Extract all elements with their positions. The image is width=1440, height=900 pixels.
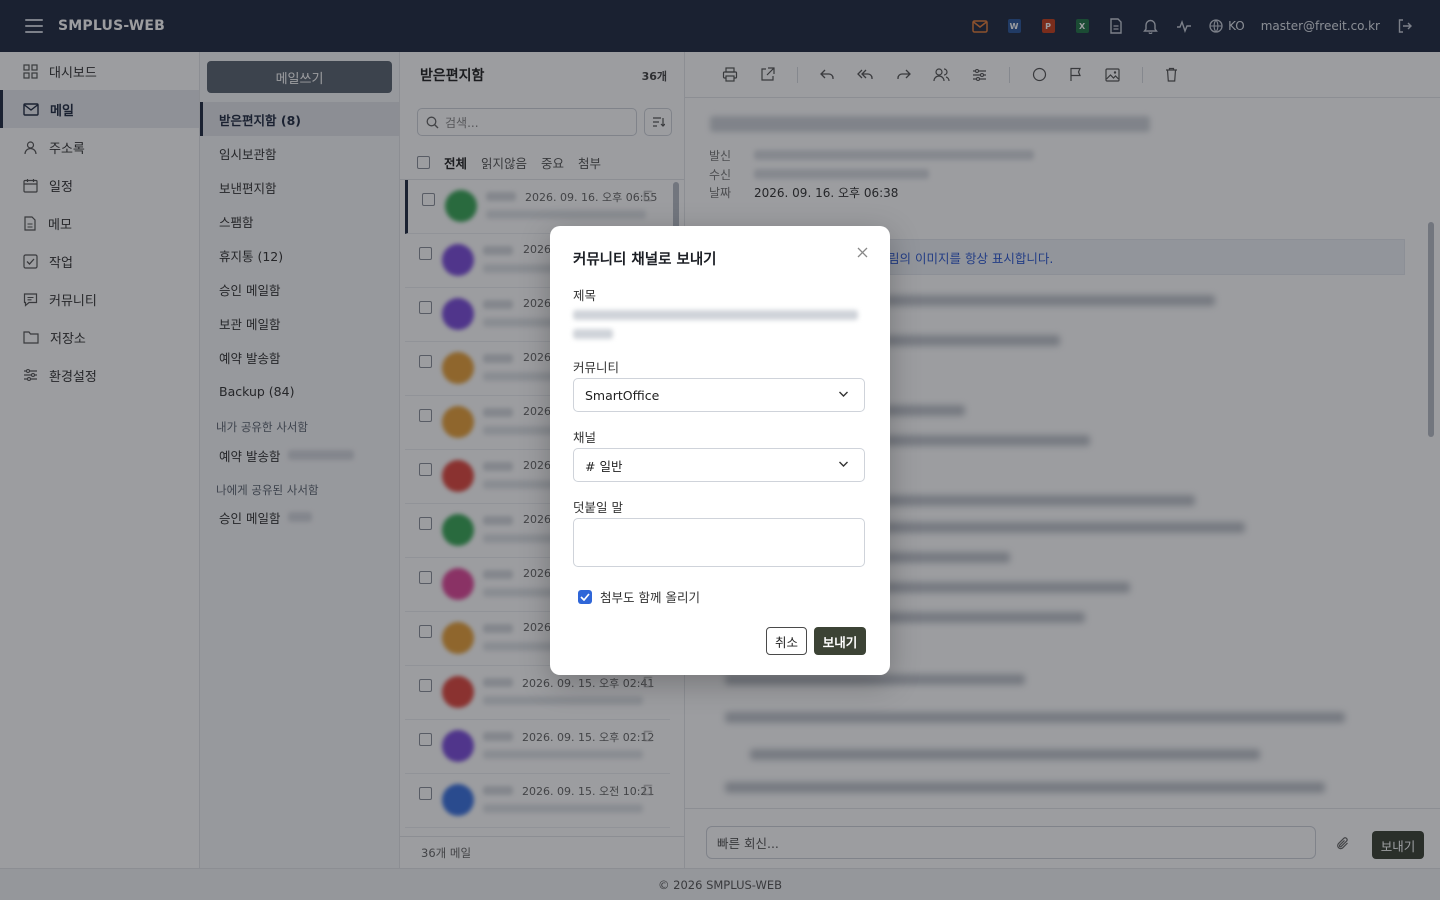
chevron-down-icon xyxy=(839,391,848,397)
channel-select[interactable]: # 일반 xyxy=(573,448,865,482)
modal-title: 커뮤니티 채널로 보내기 xyxy=(573,252,717,268)
community-value: SmartOffice xyxy=(585,387,660,403)
subject-label: 제목 xyxy=(573,288,597,303)
send-button[interactable]: 보내기 xyxy=(814,627,866,655)
attach-checkbox[interactable] xyxy=(578,590,592,604)
chevron-down-icon xyxy=(839,461,848,467)
check-icon xyxy=(580,593,590,601)
close-icon[interactable] xyxy=(854,244,870,260)
community-select[interactable]: SmartOffice xyxy=(573,378,865,412)
channel-label: 채널 xyxy=(573,430,597,445)
channel-value: # 일반 xyxy=(585,458,623,474)
comment-label: 덧붙일 말 xyxy=(573,500,623,515)
attach-checkbox-label[interactable]: 첨부도 함께 올리기 xyxy=(600,587,700,606)
community-share-modal: 커뮤니티 채널로 보내기 제목 커뮤니티 SmartOffice 채널 # 일반… xyxy=(550,226,890,675)
cancel-button[interactable]: 취소 xyxy=(766,627,807,655)
community-label: 커뮤니티 xyxy=(573,360,620,375)
comment-textarea[interactable] xyxy=(573,518,865,567)
subject-redacted xyxy=(573,310,863,348)
